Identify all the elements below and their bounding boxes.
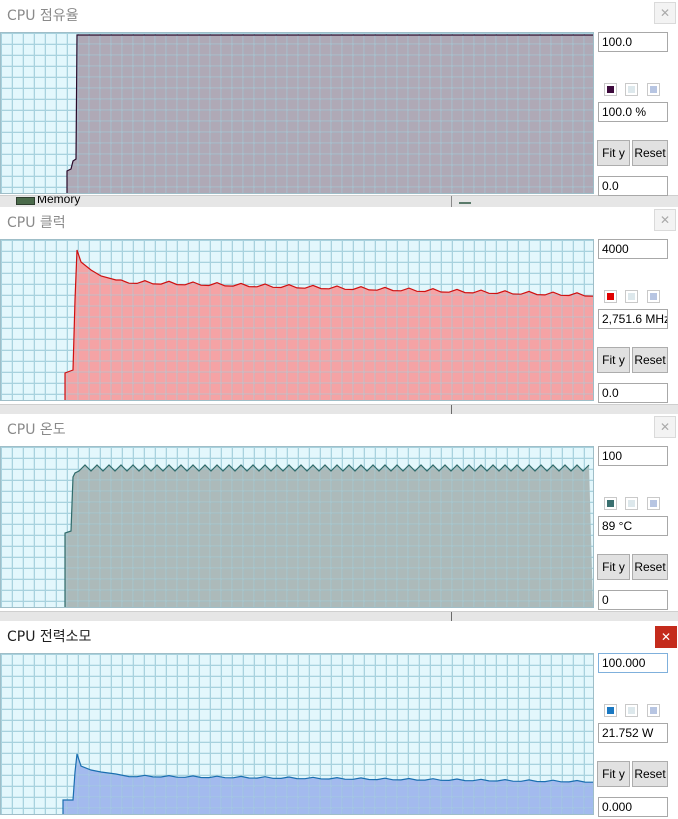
line-color-swatch[interactable] [604,704,617,717]
max-value-field[interactable]: 4000 [598,239,668,259]
usage-graph [0,32,594,194]
current-value-field: 2,751.6 MHz [598,309,668,329]
line-color-swatch[interactable] [604,83,617,96]
min-value-field[interactable]: 0.0 [598,383,668,403]
reset-button[interactable]: Reset [632,761,668,787]
background-color-swatch[interactable] [625,83,638,96]
power-graph [0,653,594,815]
cpu-clock-panel: CPU 클럭 ✕ 4000 2,751.6 MHz Fit y Reset 0.… [0,207,678,405]
background-window-strip [0,404,678,414]
close-button[interactable]: ✕ [654,209,676,231]
reset-button[interactable]: Reset [632,140,668,166]
panel-title: CPU 점유율 [7,8,79,24]
history-area [67,35,593,193]
history-plot [1,240,593,400]
background-color-swatch[interactable] [625,704,638,717]
panel-title: CPU 온도 [7,422,66,438]
grid-color-swatch[interactable] [647,83,660,96]
memory-icon [16,197,35,205]
close-button[interactable]: ✕ [655,626,677,648]
background-color-swatch[interactable] [625,497,638,510]
history-plot [1,447,593,607]
max-value-field[interactable]: 100.000 [598,653,668,673]
grid-color-swatch[interactable] [647,704,660,717]
panel-title: CPU 전력소모 [7,629,92,645]
fit-y-button[interactable]: Fit y [597,554,630,580]
divider [451,195,452,207]
temperature-graph [0,446,594,608]
reset-button[interactable]: Reset [632,347,668,373]
line-color-swatch[interactable] [604,290,617,303]
history-area [63,754,593,814]
current-value-field: 89 °C [598,516,668,536]
fit-y-button[interactable]: Fit y [597,140,630,166]
fit-y-button[interactable]: Fit y [597,761,630,787]
background-window-strip: Memory [0,195,678,207]
memory-label: Memory [37,195,81,206]
divider [451,404,452,414]
reset-button[interactable]: Reset [632,554,668,580]
current-value-field: 21.752 W [598,723,668,743]
line-color-swatch[interactable] [604,497,617,510]
background-color-swatch[interactable] [625,290,638,303]
grid-color-swatch[interactable] [647,497,660,510]
close-button[interactable]: ✕ [654,416,676,438]
max-value-field[interactable]: 100 [598,446,668,466]
tree-icon [459,202,471,204]
min-value-field[interactable]: 0 [598,590,668,610]
min-value-field[interactable]: 0.0 [598,176,668,196]
history-plot [1,654,593,814]
grid-color-swatch[interactable] [647,290,660,303]
background-window-strip [0,611,678,621]
min-value-field[interactable]: 0.000 [598,797,668,817]
current-value-field: 100.0 % [598,102,668,122]
cpu-temperature-panel: CPU 온도 ✕ 100 89 °C Fit y Reset 0 [0,414,678,612]
close-button[interactable]: ✕ [654,2,676,24]
cpu-usage-panel: CPU 점유율 ✕ 100.0 100.0 % Fit y Reset 0.0 [0,0,678,196]
divider [451,611,452,621]
panel-title: CPU 클럭 [7,215,66,231]
cpu-power-panel: CPU 전력소모 ✕ 100.000 21.752 W Fit y Reset … [0,621,678,819]
fit-y-button[interactable]: Fit y [597,347,630,373]
max-value-field[interactable]: 100.0 [598,32,668,52]
history-plot [1,33,593,193]
clock-graph [0,239,594,401]
